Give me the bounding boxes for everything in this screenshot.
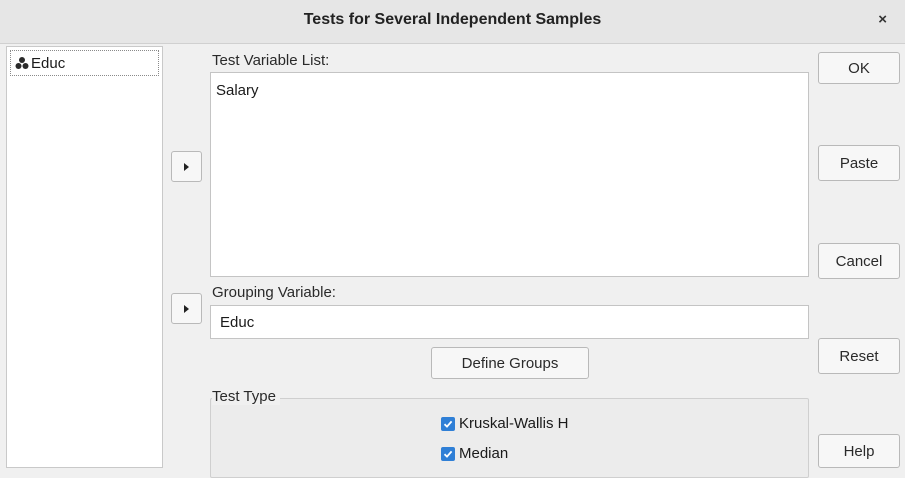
kruskal-wallis-label: Kruskal-Wallis H xyxy=(459,415,569,432)
test-variable-item-salary[interactable]: Salary xyxy=(216,82,259,99)
source-variable-label: Educ xyxy=(31,54,66,72)
reset-button[interactable]: Reset xyxy=(818,338,900,374)
kruskal-wallis-checkbox[interactable] xyxy=(441,416,455,431)
dialog-title: Tests for Several Independent Samples xyxy=(303,11,602,28)
median-label: Median xyxy=(459,445,509,462)
source-variable-item-educ[interactable]: Educ xyxy=(10,50,159,76)
right-arrow-icon xyxy=(184,304,189,313)
test-type-group xyxy=(210,398,809,478)
move-to-test-list-button[interactable] xyxy=(171,151,202,182)
right-arrow-icon xyxy=(184,162,189,171)
median-option[interactable]: Median xyxy=(441,445,508,462)
source-variable-list[interactable]: Educ xyxy=(6,46,163,468)
define-groups-button[interactable]: Define Groups xyxy=(431,347,589,379)
close-icon[interactable]: × xyxy=(878,11,887,28)
move-to-grouping-button[interactable] xyxy=(171,293,202,324)
ok-button[interactable]: OK xyxy=(818,52,900,84)
test-variable-list[interactable]: Salary xyxy=(210,72,809,277)
test-variable-list-label: Test Variable List: xyxy=(212,52,330,69)
grouping-variable-label: Grouping Variable: xyxy=(212,284,336,301)
checkmark-icon xyxy=(443,420,453,428)
grouping-variable-value: Educ xyxy=(220,314,255,331)
checkmark-icon xyxy=(443,450,453,458)
help-button[interactable]: Help xyxy=(818,434,900,468)
kruskal-wallis-option[interactable]: Kruskal-Wallis H xyxy=(441,415,568,432)
median-checkbox[interactable] xyxy=(441,446,455,461)
test-type-legend: Test Type xyxy=(212,388,280,405)
title-bar: Tests for Several Independent Samples × xyxy=(0,0,905,44)
nominal-variable-icon xyxy=(15,57,29,69)
grouping-variable-field[interactable]: Educ xyxy=(210,305,809,339)
paste-button[interactable]: Paste xyxy=(818,145,900,181)
cancel-button[interactable]: Cancel xyxy=(818,243,900,279)
